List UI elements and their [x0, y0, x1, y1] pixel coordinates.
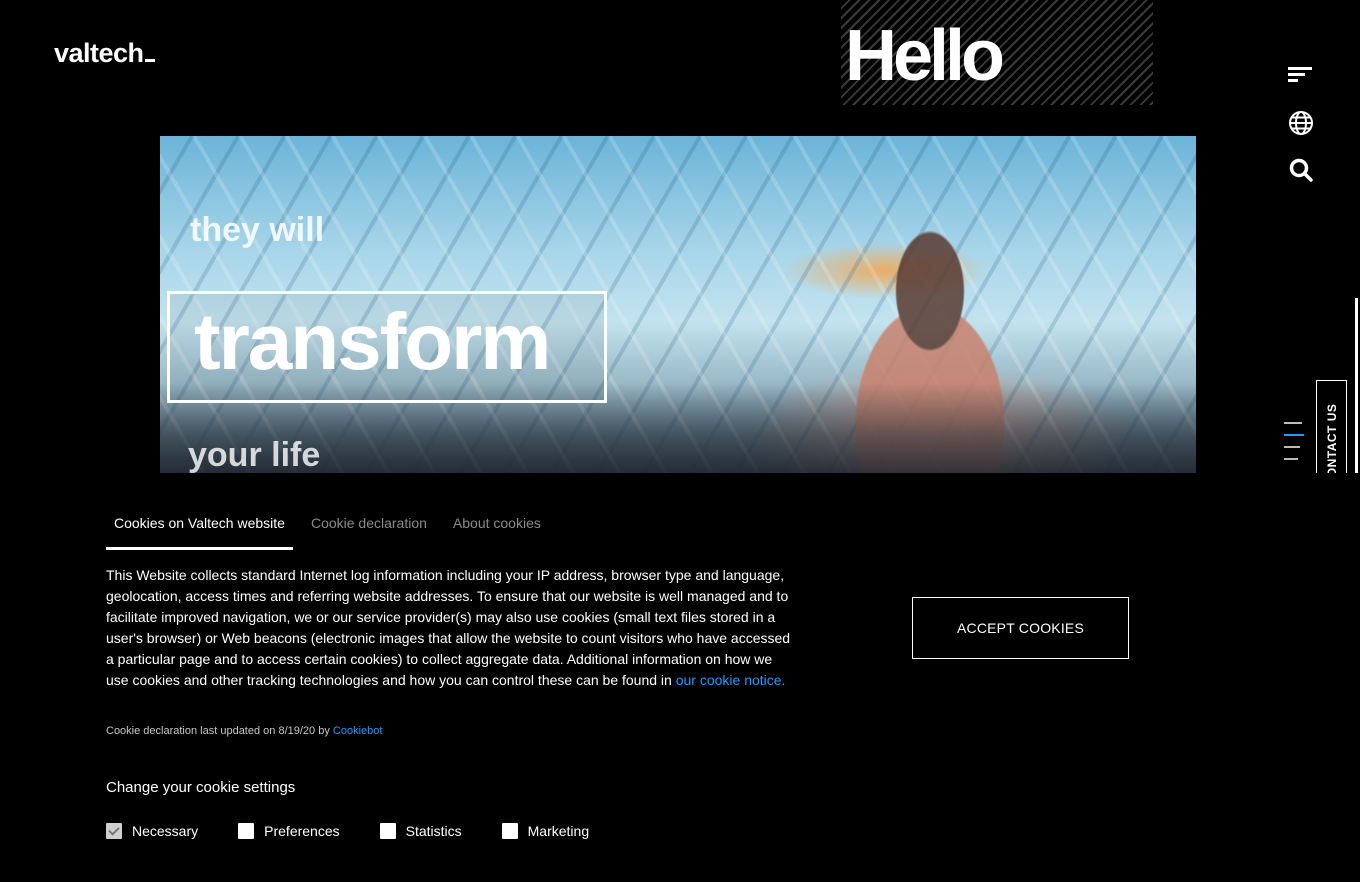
- search-icon[interactable]: [1288, 157, 1314, 183]
- checkbox-preferences-box[interactable]: [238, 823, 255, 839]
- checkbox-statistics-box[interactable]: [379, 823, 396, 839]
- checkbox-marketing-label: Marketing: [527, 823, 590, 839]
- cookie-options: Necessary Preferences Statistics Marketi…: [106, 823, 629, 839]
- cookie-settings-title: Change your cookie settings: [106, 779, 296, 796]
- checkbox-necessary-label: Necessary: [132, 823, 199, 839]
- checkbox-statistics[interactable]: Statistics: [379, 823, 462, 839]
- logo-underscore: [144, 59, 155, 62]
- accept-cookies-button[interactable]: ACCEPT COOKIES: [912, 597, 1129, 659]
- scrollbar-track[interactable]: [1355, 298, 1358, 473]
- checkbox-preferences-label: Preferences: [264, 823, 340, 839]
- logo-text: valtech: [54, 38, 144, 68]
- checkbox-marketing[interactable]: Marketing: [501, 823, 590, 839]
- menu-icon[interactable]: [1288, 62, 1314, 88]
- hero-caption-bottom: your life: [188, 436, 321, 473]
- globe-icon[interactable]: [1288, 110, 1314, 136]
- valtech-logo[interactable]: valtech: [54, 38, 155, 69]
- hello-banner: Hello: [841, 0, 1153, 105]
- cookie-tabs: Cookies on Valtech website Cookie declar…: [106, 513, 559, 550]
- cookie-declaration-note: Cookie declaration last updated on 8/19/…: [106, 725, 382, 737]
- cookie-note-text: Cookie declaration last updated on 8/19/…: [106, 725, 333, 737]
- checkbox-preferences[interactable]: Preferences: [238, 823, 340, 839]
- contact-us-button[interactable]: CONTACT US: [1316, 380, 1347, 486]
- hero-video[interactable]: they will transform your life: [160, 136, 1196, 473]
- section-indicator[interactable]: [1284, 422, 1306, 462]
- tab-cookie-declaration[interactable]: Cookie declaration: [303, 513, 435, 550]
- cookiebot-link[interactable]: Cookiebot: [333, 725, 383, 737]
- cookie-consent-panel: Cookies on Valtech website Cookie declar…: [0, 473, 1360, 882]
- checkbox-necessary[interactable]: Necessary: [106, 823, 198, 839]
- tab-about-cookies[interactable]: About cookies: [445, 513, 549, 550]
- hello-text: Hello: [845, 16, 1005, 96]
- hero-headline: transform: [194, 297, 551, 386]
- cookie-body-text: This Website collects standard Internet …: [106, 567, 791, 688]
- checkbox-necessary-box[interactable]: [106, 823, 122, 839]
- tab-cookies-on-valtech[interactable]: Cookies on Valtech website: [106, 513, 293, 550]
- hero-headline-box: transform: [167, 291, 607, 403]
- checkbox-statistics-label: Statistics: [405, 823, 462, 839]
- cookie-notice-link[interactable]: our cookie notice.: [676, 672, 786, 688]
- checkbox-marketing-box[interactable]: [501, 823, 518, 839]
- hero-caption-top: they will: [190, 211, 325, 249]
- cookie-description: This Website collects standard Internet …: [106, 565, 796, 691]
